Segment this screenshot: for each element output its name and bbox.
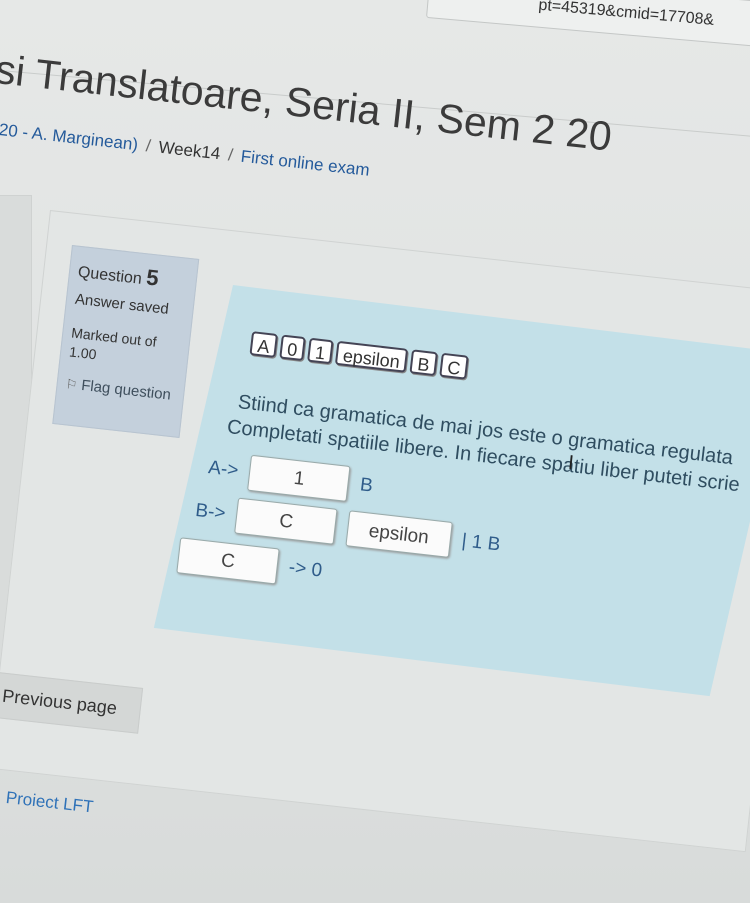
breadcrumb-course[interactable]: 20 - A. Marginean) (0, 120, 139, 154)
question-number-value: 5 (145, 264, 161, 291)
marked-out-of: Marked out of 1.00 (68, 324, 182, 374)
breadcrumb-separator: / (227, 145, 234, 165)
rule-b-suffix: | 1 B (460, 530, 502, 556)
address-bar[interactable]: pt=45319&cmid=17708& (425, 0, 750, 50)
breadcrumb-exam[interactable]: First online exam (240, 147, 371, 180)
breadcrumb: 20 - A. Marginean) / Week14/First online e… (0, 120, 371, 181)
footer-course-link[interactable]: Proiect LFT (5, 788, 94, 818)
rule-b-lhs: B-> (194, 499, 227, 525)
flag-icon: ⚐ (64, 376, 79, 393)
exam-page: pt=45319&cmid=17708& si Translatoare, Se… (0, 0, 750, 903)
breadcrumb-week[interactable]: Week14 (158, 138, 222, 164)
answer-status: Answer saved (74, 290, 170, 318)
drag-token-b[interactable]: B (409, 349, 439, 377)
drag-token-1[interactable]: 1 (307, 337, 334, 365)
rule-a-lhs: A-> (207, 457, 240, 482)
question-number: Question 5 (77, 263, 161, 291)
question-content-panel (153, 285, 750, 697)
rule-a-suffix: B (358, 474, 374, 497)
drag-token-a[interactable]: A (249, 331, 278, 358)
url-text: pt=45319&cmid=17708& (537, 0, 715, 29)
drag-token-0[interactable]: 0 (279, 334, 306, 362)
flag-question-link[interactable]: ⚐ Flag question (65, 375, 176, 404)
question-info-box: Question 5 Answer saved Marked out of 1.… (52, 245, 200, 438)
breadcrumb-separator: / (144, 136, 152, 156)
rule-c-suffix: -> 0 (287, 556, 324, 582)
drag-token-c[interactable]: C (439, 352, 469, 380)
